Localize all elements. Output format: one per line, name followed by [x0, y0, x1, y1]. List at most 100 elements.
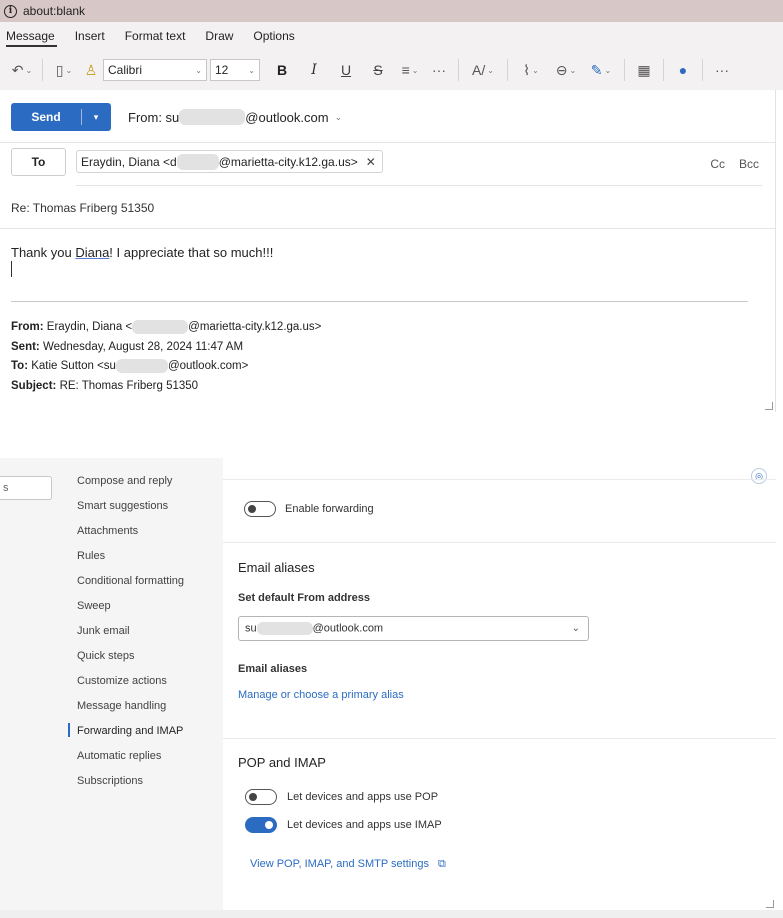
cc-bcc: Cc Bcc	[710, 157, 759, 171]
from-selector[interactable]: From: su @outlook.com ⌄	[128, 109, 342, 125]
redacted-text	[132, 319, 189, 334]
body-name: Diana	[75, 245, 110, 260]
chevron-down-icon[interactable]: ▾	[82, 112, 110, 123]
immersive-reader-icon[interactable]: ◎	[751, 468, 767, 484]
tab-options[interactable]: Options	[247, 22, 300, 50]
undo-icon[interactable]: ↶ ⌄	[8, 57, 36, 83]
from-suffix: @outlook.com	[245, 109, 329, 125]
enable-forwarding-toggle[interactable]	[244, 501, 276, 517]
recipient-chip[interactable]: Eraydin, Diana <d @marietta-city.k12.ga.…	[76, 150, 383, 173]
dictate-icon[interactable]: ●	[670, 57, 696, 83]
font-name-select[interactable]: Calibri ⌄	[103, 59, 207, 81]
divider	[223, 542, 776, 543]
font-size-value: 12	[215, 63, 229, 77]
divider	[223, 479, 776, 480]
default-from-label: Set default From address	[238, 592, 371, 604]
message-body[interactable]: Thank you Diana! I appreciate that so mu…	[11, 245, 273, 260]
pop-imap-title: POP and IMAP	[238, 755, 326, 770]
chevron-down-icon: ⌄	[248, 65, 255, 75]
divider	[702, 59, 703, 81]
redacted-text	[115, 358, 168, 373]
bcc-button[interactable]: Bcc	[739, 157, 759, 171]
active-indicator	[68, 723, 70, 737]
recipient-prefix: Eraydin, Diana <d	[81, 154, 177, 169]
nav-smart-suggestions[interactable]: Smart suggestions	[77, 500, 168, 512]
manage-alias-link[interactable]: Manage or choose a primary alias	[238, 689, 404, 701]
browser-address-bar[interactable]: i about:blank	[0, 0, 783, 22]
paragraph-spacing-icon[interactable]: ≡ ⌄	[394, 57, 426, 83]
nav-quick-steps[interactable]: Quick steps	[77, 650, 134, 662]
recipient-suffix: @marietta-city.k12.ga.us>	[218, 154, 358, 169]
ribbon-tabs: Message Insert Format text Draw Options	[0, 22, 783, 50]
email-aliases-label: Email aliases	[238, 663, 308, 675]
chevron-down-icon: ⌄	[571, 623, 580, 634]
redacted-text	[179, 109, 246, 125]
imap-toggle[interactable]	[245, 817, 277, 833]
compose-pane: Send ▾ From: su @outlook.com ⌄ To Eraydi…	[0, 90, 776, 412]
nav-conditional-formatting[interactable]: Conditional formatting	[77, 575, 184, 587]
apps-icon[interactable]: ▦	[631, 57, 657, 83]
body-text-post: ! I appreciate that so much!!!	[109, 245, 274, 260]
divider	[507, 59, 508, 81]
styles-icon[interactable]: A/⌄	[465, 57, 501, 83]
tab-message[interactable]: Message	[0, 22, 61, 50]
from-prefix: From: su	[128, 109, 180, 125]
font-size-select[interactable]: 12 ⌄	[210, 59, 260, 81]
address-url[interactable]: about:blank	[23, 4, 85, 18]
nav-subscriptions[interactable]: Subscriptions	[77, 775, 143, 787]
nav-rules[interactable]: Rules	[77, 550, 105, 562]
view-pop-imap-smtp-link[interactable]: View POP, IMAP, and SMTP settings ⧉	[250, 858, 446, 871]
info-icon[interactable]: i	[4, 4, 17, 18]
nav-message-handling[interactable]: Message handling	[77, 700, 166, 712]
divider	[663, 59, 664, 81]
default-from-dropdown[interactable]: su @outlook.com ⌄	[238, 616, 589, 641]
signature-icon[interactable]: ✎ ⌄	[584, 57, 618, 83]
imap-label: Let devices and apps use IMAP	[287, 819, 442, 831]
italic-button[interactable]: I	[298, 57, 330, 83]
bold-button[interactable]: B	[266, 57, 298, 83]
subject-field[interactable]: Re: Thomas Friberg 51350	[11, 201, 154, 215]
divider	[0, 142, 776, 143]
tab-draw[interactable]: Draw	[199, 22, 239, 50]
resize-handle[interactable]	[766, 900, 774, 908]
tab-insert[interactable]: Insert	[69, 22, 111, 50]
settings-nav: s Compose and reply Smart suggestions At…	[0, 458, 223, 910]
pop-toggle[interactable]	[245, 789, 277, 805]
quote-divider	[11, 301, 748, 302]
divider	[0, 228, 776, 229]
divider	[223, 738, 776, 739]
format-painter-icon[interactable]: ♙	[79, 57, 103, 83]
nav-junk-email[interactable]: Junk email	[77, 625, 130, 637]
body-text-pre: Thank you	[11, 245, 76, 260]
more-options-button[interactable]: ···	[709, 57, 735, 83]
nav-sweep[interactable]: Sweep	[77, 600, 111, 612]
to-button[interactable]: To	[11, 148, 66, 176]
settings-panel: s Compose and reply Smart suggestions At…	[0, 458, 776, 910]
link-icon[interactable]: ⊖ ⌄	[548, 57, 584, 83]
resize-handle[interactable]	[765, 402, 773, 410]
more-formatting-button[interactable]: ···	[426, 57, 452, 83]
nav-attachments[interactable]: Attachments	[77, 525, 138, 537]
ribbon-toolbar: ↶ ⌄ ▯ ⌄ ♙ Calibri ⌄ 12 ⌄ B I U S ≡ ⌄ ··· A/…	[0, 50, 783, 90]
strikethrough-button[interactable]: S	[362, 57, 394, 83]
nav-compose-and-reply[interactable]: Compose and reply	[77, 475, 172, 487]
enable-forwarding-label: Enable forwarding	[285, 503, 374, 515]
nav-forwarding-and-imap[interactable]: Forwarding and IMAP	[77, 725, 183, 737]
quoted-to: To: Katie Sutton <su @outlook.com>	[11, 358, 249, 373]
send-label: Send	[31, 110, 61, 124]
attach-icon[interactable]: ⌇ ⌄	[514, 57, 548, 83]
nav-customize-actions[interactable]: Customize actions	[77, 675, 167, 687]
default-from-value: su @outlook.com	[245, 622, 384, 635]
tab-format-text[interactable]: Format text	[119, 22, 192, 50]
cc-button[interactable]: Cc	[710, 157, 725, 171]
redacted-text	[176, 153, 219, 170]
divider	[458, 59, 459, 81]
email-aliases-title: Email aliases	[238, 560, 315, 575]
nav-automatic-replies[interactable]: Automatic replies	[77, 750, 161, 762]
redacted-text	[256, 622, 313, 635]
send-button[interactable]: Send ▾	[11, 103, 111, 131]
settings-search-input[interactable]: s	[0, 476, 52, 500]
underline-button[interactable]: U	[330, 57, 362, 83]
clipboard-icon[interactable]: ▯ ⌄	[49, 57, 79, 83]
remove-recipient-icon[interactable]: ✕	[366, 155, 376, 169]
